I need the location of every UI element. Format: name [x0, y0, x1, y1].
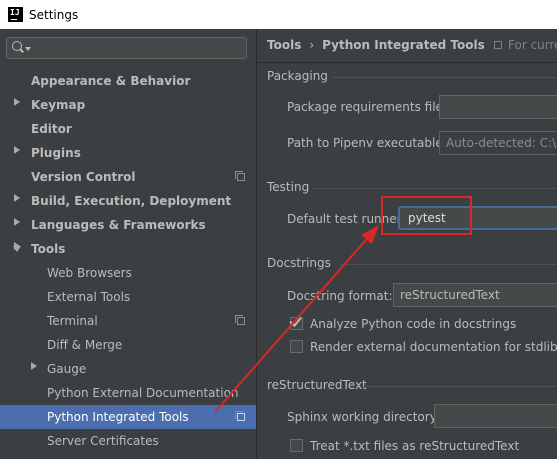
settings-sidebar: Appearance & Behavior Keymap Editor Plug…	[0, 29, 257, 459]
section-divider	[313, 188, 557, 189]
intellij-icon: IJ	[8, 7, 23, 22]
docstring-format-value: reStructuredText	[400, 288, 500, 302]
tree-item-label: Terminal	[47, 314, 98, 328]
title-bar: IJ Settings	[0, 0, 557, 29]
tree-item-label: Languages & Frameworks	[31, 218, 206, 232]
collapse-arrow-icon[interactable]	[13, 246, 21, 252]
section-restructuredtext-title: reStructuredText	[267, 378, 367, 392]
pipenv-label: Path to Pipenv executable:	[287, 136, 447, 150]
section-testing-title: Testing	[267, 180, 310, 194]
tree-item-appearance-behavior[interactable]: Appearance & Behavior	[0, 69, 256, 106]
tree-item-label: Server Certificates	[47, 434, 159, 448]
tree-item-diff-merge[interactable]: Diff & Merge	[0, 333, 256, 370]
docstring-format-select[interactable]: reStructuredText	[393, 283, 557, 307]
section-docstrings-title: Docstrings	[267, 256, 331, 270]
project-scope-icon	[494, 41, 502, 49]
tree-item-languages-frameworks[interactable]: Languages & Frameworks	[0, 213, 256, 250]
treat-txt-checkbox[interactable]	[290, 439, 303, 452]
tree-item-python-integrated-tools[interactable]: Python Integrated Tools	[0, 405, 256, 429]
tree-item-label: Build, Execution, Deployment	[31, 194, 232, 208]
checkmark-icon	[289, 314, 302, 327]
tree-item-label: Editor	[31, 122, 72, 136]
project-settings-icon	[235, 171, 245, 181]
tree-item-label: Python Integrated Tools	[47, 410, 189, 424]
header-divider	[257, 62, 557, 63]
section-divider	[333, 77, 557, 78]
search-options-dropdown-icon[interactable]	[25, 47, 31, 51]
sphinx-directory-field[interactable]	[434, 404, 557, 428]
tree-item-keymap[interactable]: Keymap	[0, 93, 256, 117]
analyze-docstrings-checkbox[interactable]	[289, 314, 303, 330]
requirements-label: Package requirements file:	[287, 100, 447, 114]
tree-item-label: Tools	[31, 242, 66, 256]
tree-item-server-certificates[interactable]: Server Certificates	[0, 429, 256, 453]
tree-item-version-control[interactable]: Version Control	[0, 165, 256, 202]
tree-item-label: Plugins	[31, 146, 81, 160]
render-external-docs-label[interactable]: Render external documentation for stdlib	[310, 340, 557, 354]
tree-item-label: Keymap	[31, 98, 86, 112]
tree-item-terminal[interactable]: Terminal	[0, 309, 256, 333]
tree-item-label: Version Control	[31, 170, 136, 184]
breadcrumb-separator: ›	[309, 38, 315, 52]
tree-item-label: Gauge	[47, 362, 87, 376]
breadcrumb: Tools › Python Integrated Tools	[267, 38, 485, 52]
requirements-file-field[interactable]	[439, 95, 557, 119]
annotation-highlight-box	[381, 196, 472, 235]
section-packaging-title: Packaging	[267, 69, 328, 83]
breadcrumb-parent[interactable]: Tools	[267, 38, 301, 52]
settings-content-panel: Tools › Python Integrated Tools For curren…	[257, 29, 557, 459]
treat-txt-label[interactable]: Treat *.txt files as reStructuredText	[310, 439, 519, 453]
tree-item-web-browsers[interactable]: Web Browsers	[0, 261, 256, 285]
render-external-docs-checkbox[interactable]	[290, 340, 303, 353]
section-divider	[339, 264, 557, 265]
sphinx-directory-label: Sphinx working directory:	[287, 410, 440, 424]
tree-item-label: Diff & Merge	[47, 338, 123, 352]
tree-item-build-execution-deployment[interactable]: Build, Execution, Deployment	[0, 189, 256, 226]
pipenv-path-field[interactable]: Auto-detected: C:\Us	[439, 131, 557, 155]
pipenv-path-value: Auto-detected: C:\Us	[446, 136, 557, 150]
search-icon	[12, 41, 22, 51]
tree-item-label: Web Browsers	[47, 266, 132, 280]
tree-item-gauge[interactable]: Gauge	[0, 357, 256, 381]
tree-item-plugins[interactable]: Plugins	[0, 141, 256, 165]
tree-item-label: External Tools	[47, 290, 131, 304]
tree-item-python-external-documentation[interactable]: Python External Documentation	[0, 381, 256, 405]
tree-item-external-tools[interactable]: External Tools	[0, 285, 256, 309]
breadcrumb-current: Python Integrated Tools	[322, 38, 485, 52]
section-divider	[361, 386, 557, 387]
tree-item-label: Appearance & Behavior	[31, 74, 191, 88]
settings-search-input[interactable]	[6, 37, 247, 59]
project-settings-icon	[235, 315, 245, 325]
tree-item-label: Python External Documentation	[47, 386, 239, 400]
analyze-docstrings-label[interactable]: Analyze Python code in docstrings	[310, 317, 516, 331]
project-settings-icon	[235, 411, 245, 421]
scope-label: For curren	[508, 38, 557, 52]
window-title: Settings	[29, 7, 79, 22]
docstring-format-label: Docstring format:	[287, 289, 393, 303]
tree-item-editor[interactable]: Editor	[0, 117, 256, 154]
tree-item-tools[interactable]: Tools	[0, 237, 256, 261]
